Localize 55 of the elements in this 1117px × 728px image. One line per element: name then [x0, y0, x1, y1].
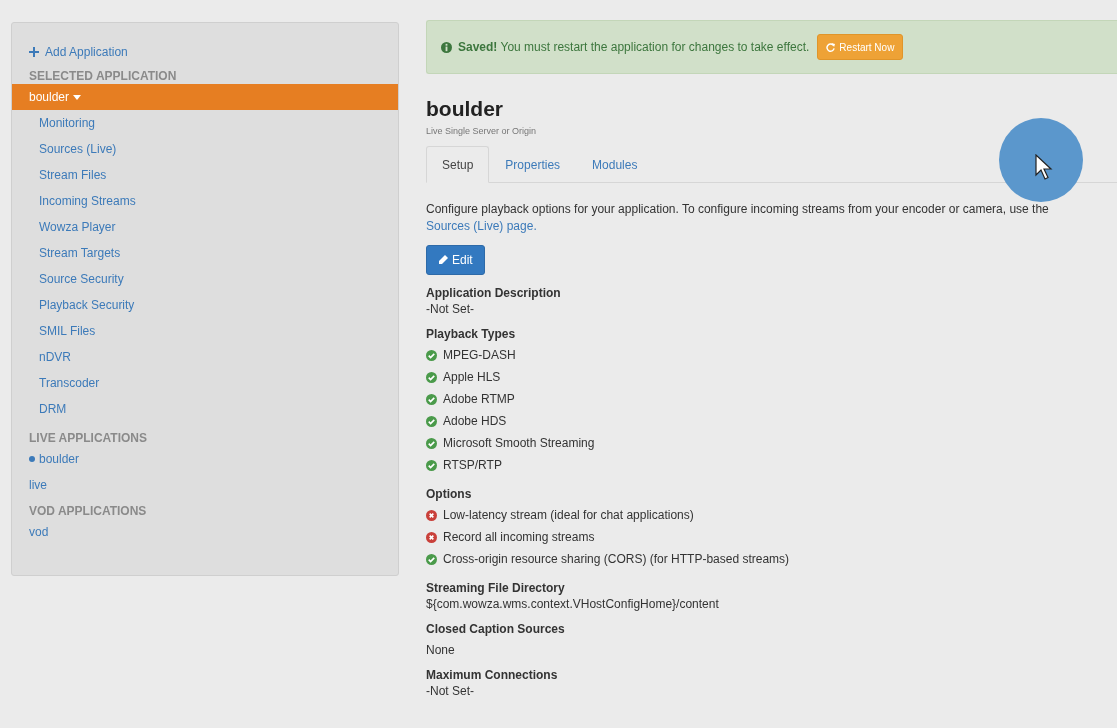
sidebar-link[interactable]: Stream Targets [39, 240, 121, 266]
sources-live-link[interactable]: Sources (Live) page. [426, 219, 537, 233]
sidebar-link[interactable]: SMIL Files [39, 318, 96, 344]
section-heading: VOD APPLICATIONS [29, 504, 147, 519]
section-title: Application Description [426, 286, 561, 300]
option-label: Adobe HDS [443, 414, 507, 428]
selected-application[interactable]: boulder [12, 84, 398, 110]
application-subtitle: Live Single Server or Origin [426, 126, 537, 136]
option-label: Cross-origin resource sharing (CORS) (for HTTP-based streams) [443, 552, 790, 566]
option-label: Apple HLS [443, 370, 501, 384]
sidebar-link[interactable]: Wowza Player [39, 214, 116, 240]
application-link[interactable]: boulder [29, 446, 80, 472]
section-title: Options [426, 487, 472, 501]
option-label: Adobe RTMP [443, 392, 515, 406]
option-label: Record all incoming streams [443, 530, 595, 544]
intro-paragraph: Configure playback options for your application. To configure incoming streams from your encoder or camera, use the Sources (Live) page. [426, 201, 1050, 235]
sidebar-link[interactable]: Monitoring [39, 110, 96, 136]
sidebar-link[interactable]: DRM [39, 396, 67, 422]
sidebar-link[interactable]: Sources (Live) [39, 136, 117, 162]
section-title: Closed Caption Sources [426, 622, 565, 636]
section-title: Streaming File Directory [426, 581, 565, 595]
caret-icon [73, 94, 82, 100]
restart-now-button[interactable]: Restart Now [817, 34, 904, 60]
option-label: RTSP/RTP [443, 458, 502, 472]
application-link[interactable]: live [29, 472, 47, 498]
sidebar-link[interactable]: Incoming Streams [39, 188, 136, 214]
application-link[interactable]: vod [29, 519, 49, 545]
tab[interactable]: Properties [489, 146, 577, 183]
section-heading: SELECTED APPLICATION [29, 69, 177, 84]
tab[interactable]: Modules [576, 146, 654, 183]
option-label: Low-latency stream (ideal for chat applications) [443, 508, 694, 522]
pencil-icon [438, 255, 448, 265]
application-title: boulder [426, 97, 503, 121]
section-value: None [426, 643, 455, 657]
section-value: ${com.wowza.wms.context.VHostConfigHome}/content [426, 597, 719, 611]
alert-message: Saved! You must restart the application for changes to take effect. [458, 40, 810, 54]
option-label: Microsoft Smooth Streaming [443, 436, 595, 450]
refresh-icon [826, 42, 836, 52]
sidebar-link[interactable]: Playback Security [39, 292, 135, 318]
sidebar-link[interactable]: nDVR [39, 344, 71, 370]
edit-button[interactable]: Edit [426, 245, 485, 275]
section-heading: LIVE APPLICATIONS [29, 431, 147, 446]
sidebar-link[interactable]: Transcoder [39, 370, 100, 396]
sidebar-link[interactable]: Stream Files [39, 162, 107, 188]
add-application-link[interactable]: Add Application [29, 41, 128, 63]
sidebar-link[interactable]: Source Security [39, 266, 124, 292]
plus-icon [29, 47, 39, 57]
tab[interactable]: Setup [426, 146, 490, 183]
section-value: -Not Set- [426, 302, 474, 316]
section-value: -Not Set- [426, 684, 474, 698]
section-title: Maximum Connections [426, 668, 558, 682]
info-icon [441, 41, 452, 53]
cursor-icon [1035, 154, 1053, 180]
option-label: MPEG-DASH [443, 348, 516, 362]
section-title: Playback Types [426, 327, 516, 341]
